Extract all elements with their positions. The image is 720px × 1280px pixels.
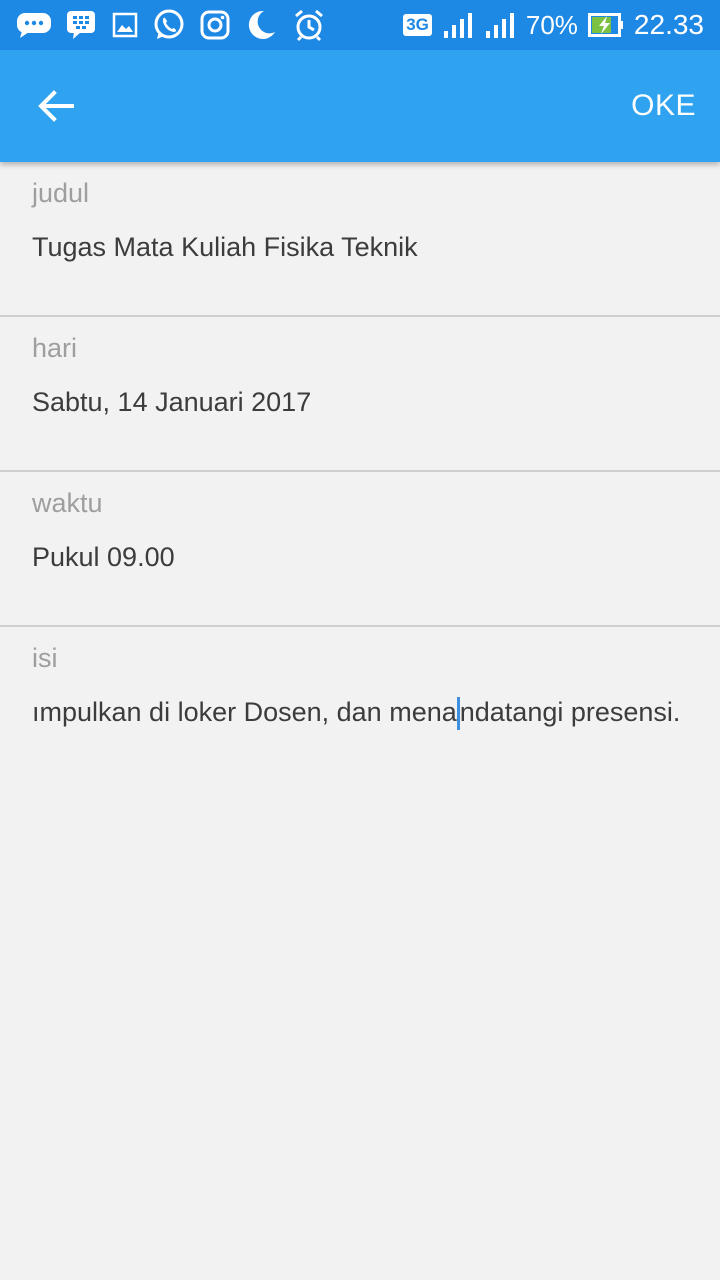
whatsapp-icon <box>152 8 186 42</box>
hari-input[interactable]: Sabtu, 14 Januari 2017 <box>32 387 700 418</box>
notification-icons <box>16 8 326 42</box>
system-indicators: 3G 70% 22.33 <box>403 9 704 41</box>
field-label: isi <box>32 643 58 673</box>
network-type-badge: 3G <box>403 14 432 36</box>
field-hari[interactable]: hari Sabtu, 14 Januari 2017 <box>0 317 720 472</box>
signal-strength-icon-2 <box>484 11 516 39</box>
battery-percentage: 70% <box>525 9 578 40</box>
field-label: hari <box>32 333 78 363</box>
isi-text-before-cursor: ımpulkan di loker Dosen, dan mena <box>32 697 457 727</box>
arrow-back-icon <box>38 90 74 122</box>
isi-input[interactable]: ımpulkan di loker Dosen, dan mena ndatang… <box>32 697 690 730</box>
signal-strength-icon <box>442 11 474 39</box>
waktu-input[interactable]: Pukul 09.00 <box>32 542 700 573</box>
field-judul[interactable]: judul Tugas Mata Kuliah Fisika Teknik <box>0 162 720 317</box>
instagram-icon <box>200 10 230 40</box>
alarm-icon <box>292 8 326 42</box>
back-button[interactable] <box>36 86 76 126</box>
clock: 22.33 <box>633 9 704 40</box>
moon-icon <box>244 8 278 42</box>
blackberry-messenger-icon <box>66 10 98 40</box>
gallery-icon <box>112 12 138 38</box>
note-form: judul Tugas Mata Kuliah Fisika Teknik ha… <box>0 162 720 782</box>
app-bar: OKE <box>0 50 720 162</box>
judul-input[interactable]: Tugas Mata Kuliah Fisika Teknik <box>32 232 700 263</box>
field-isi[interactable]: isi ımpulkan di loker Dosen, dan mena nda… <box>0 627 720 782</box>
oke-button[interactable]: OKE <box>631 89 696 123</box>
battery-charging-icon <box>587 12 624 38</box>
status-bar: 3G 70% 22.33 <box>0 0 720 50</box>
field-label: waktu <box>32 488 103 518</box>
field-label: judul <box>32 178 90 208</box>
isi-text-after-cursor: ndatangi presensi. <box>459 697 681 727</box>
chat-bubble-icon <box>16 11 52 39</box>
field-waktu[interactable]: waktu Pukul 09.00 <box>0 472 720 627</box>
